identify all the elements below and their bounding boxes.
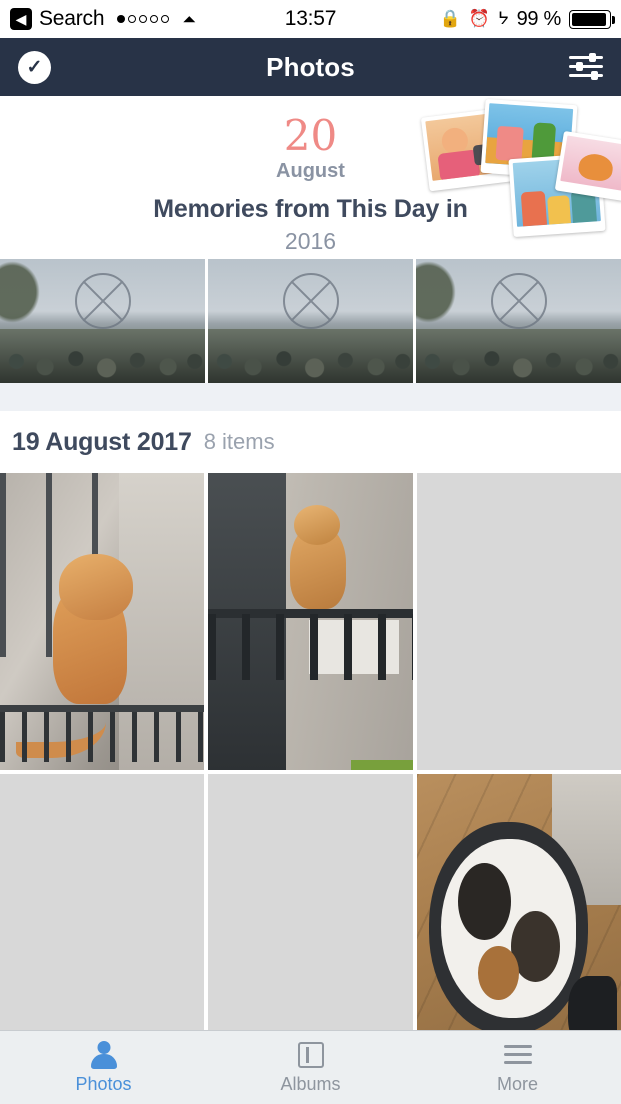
photo-cell-cat-balcony[interactable]: [208, 473, 413, 770]
checkmark-circle-icon[interactable]: ✓: [18, 50, 51, 84]
memory-photo-1[interactable]: [0, 259, 205, 383]
photo-cell-ginger-cat-railing[interactable]: [0, 473, 205, 770]
person-icon: [89, 1040, 119, 1070]
memory-photo-3[interactable]: [416, 259, 621, 383]
sliders-filter-icon[interactable]: [569, 53, 603, 81]
tab-albums[interactable]: Albums: [207, 1031, 414, 1104]
tab-photos[interactable]: Photos: [0, 1031, 207, 1104]
battery-icon: [569, 9, 615, 29]
photo-cell-placeholder[interactable]: [208, 774, 413, 1071]
tab-more[interactable]: More: [414, 1031, 621, 1104]
photo-cell-calico-cat-floor[interactable]: [416, 774, 621, 1071]
navigation-bar: ✓ Photos: [0, 38, 621, 96]
app-screen: ◀ Search ⏶ 13:57 🔒 ⏰ ᔭ 99 % ✓ Photos 20 …: [0, 0, 621, 1104]
polaroid-collage-icon: [383, 98, 621, 252]
memory-photo-strip[interactable]: [0, 259, 621, 383]
tab-photos-label: Photos: [75, 1074, 132, 1094]
status-bar: ◀ Search ⏶ 13:57 🔒 ⏰ ᔭ 99 %: [0, 0, 621, 38]
section-divider: [0, 383, 621, 411]
memory-photo-2[interactable]: [208, 259, 413, 383]
tab-more-label: More: [496, 1074, 538, 1094]
section-date: 19 August 2017: [12, 427, 192, 456]
photo-cell-placeholder[interactable]: [416, 473, 621, 770]
photo-grid: [0, 473, 621, 1071]
page-title: Photos: [266, 51, 355, 82]
tab-bar: Photos Albums More: [0, 1030, 621, 1104]
photo-cell-placeholder[interactable]: [0, 774, 205, 1071]
tab-albums-label: Albums: [280, 1074, 341, 1094]
section-item-count: 8 items: [203, 429, 275, 454]
memories-banner[interactable]: 20 August Memories from This Day in 2016: [0, 96, 621, 259]
albums-icon: [296, 1040, 326, 1070]
section-header: 19 August 2017 8 items: [0, 411, 621, 473]
status-clock: 13:57: [284, 7, 337, 30]
photo-grid-row: [0, 473, 621, 770]
photo-grid-row: [0, 774, 621, 1071]
hamburger-icon: [503, 1040, 533, 1070]
